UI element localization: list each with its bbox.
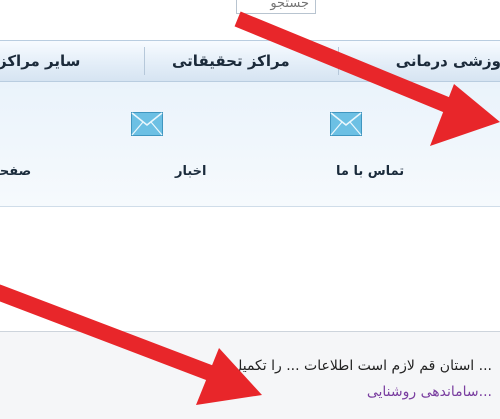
notice-link[interactable]: ...ساماندهی روشنایی: [367, 384, 492, 400]
quick-link-page[interactable]: صفحه: [0, 82, 60, 206]
quick-link-label: تماس با ما: [336, 164, 405, 179]
quick-link-label: صفحه: [0, 164, 32, 179]
nav-item-medical-centers[interactable]: ...وزشی درمانی: [396, 41, 500, 81]
quick-link-label: اخبار: [175, 164, 207, 179]
nav-separator: [144, 47, 145, 75]
nav-separator: [338, 47, 339, 75]
main-navbar: ...وزشی درمانی مراکز تحقیقاتی سایر مراکز: [0, 40, 500, 82]
nav-item-research-centers[interactable]: مراکز تحقیقاتی: [172, 41, 290, 81]
notice-text: ... استان قم لازم است اطلاعات ... را تکم…: [205, 358, 492, 374]
quick-link-contact-us[interactable]: تماس با ما: [320, 82, 450, 206]
search-input[interactable]: [236, 0, 316, 14]
notice-panel: ... استان قم لازم است اطلاعات ... را تکم…: [0, 331, 500, 419]
mail-icon: [131, 112, 163, 136]
quick-link-news[interactable]: اخبار: [125, 82, 235, 206]
quick-links-bar: تماس با ما اخبار صفحه: [0, 82, 500, 207]
mail-icon: [330, 112, 362, 136]
nav-item-other-centers[interactable]: سایر مراکز: [0, 41, 80, 81]
